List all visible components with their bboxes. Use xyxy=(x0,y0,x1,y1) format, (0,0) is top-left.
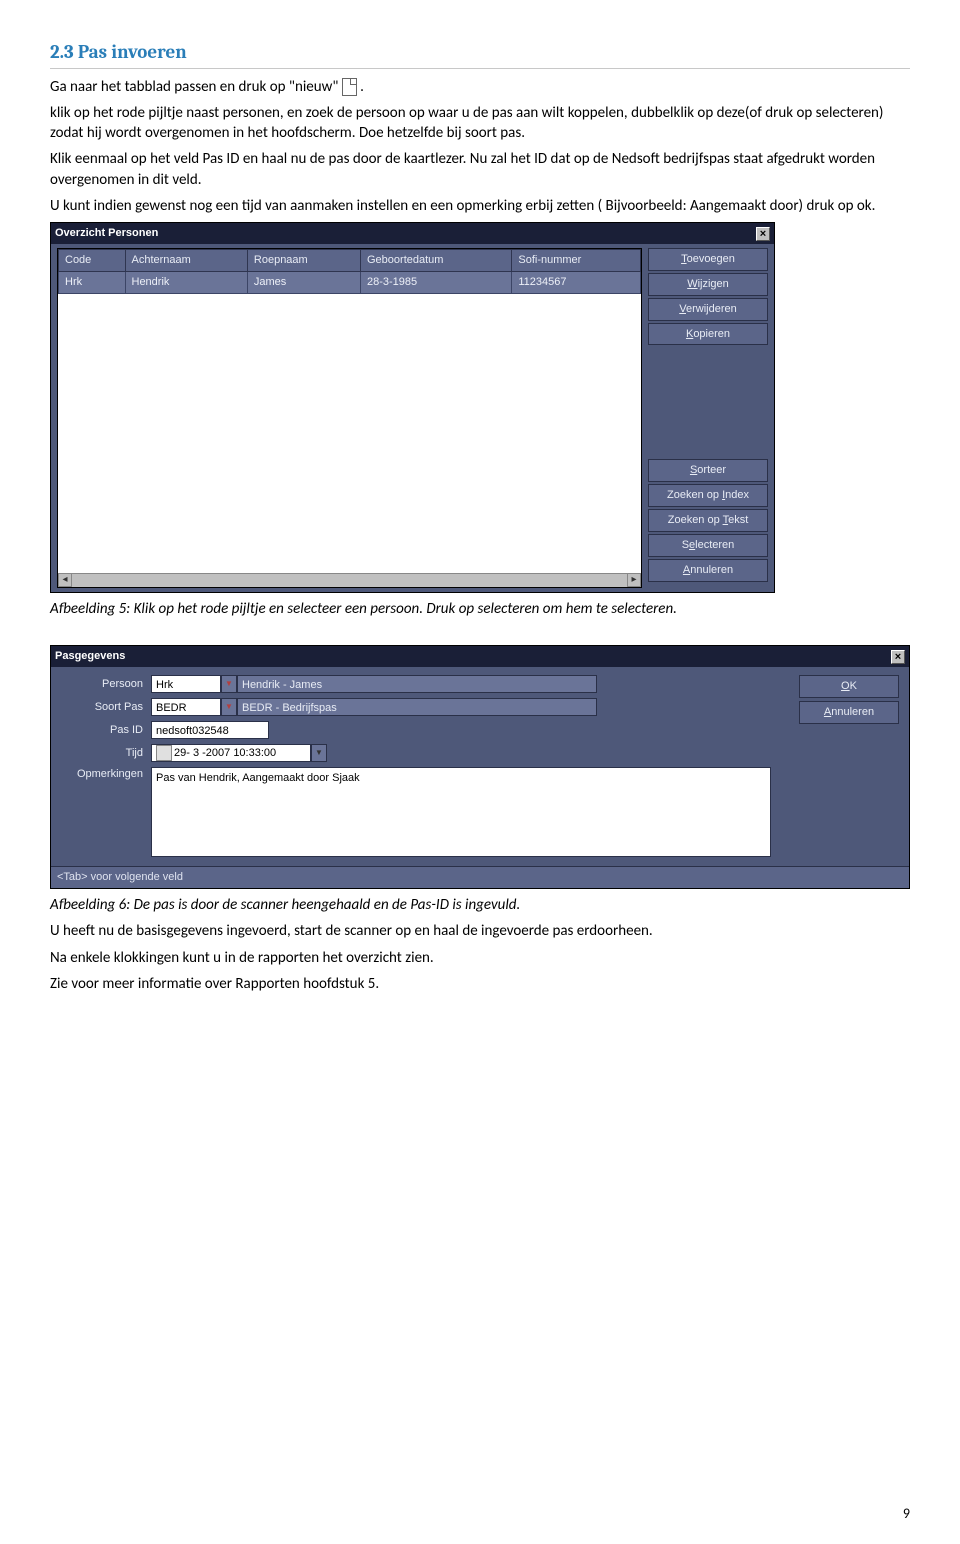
close-icon[interactable]: × xyxy=(891,650,905,664)
tijd-value: 29- 3 -2007 10:33:00 xyxy=(174,746,276,761)
cell-geboortedatum: 28-3-1985 xyxy=(361,271,512,293)
label-tijd: Tijd xyxy=(61,746,151,761)
wijzigen-button[interactable]: Wijzigen xyxy=(648,273,768,296)
intro-line1: Ga naar het tabblad passen en druk op "n… xyxy=(50,77,910,97)
tijd-field[interactable]: 29- 3 -2007 10:33:00 xyxy=(151,744,311,762)
col-achternaam[interactable]: Achternaam xyxy=(125,249,247,271)
label-soortpas: Soort Pas xyxy=(61,700,151,715)
opmerkingen-field[interactable]: Pas van Hendrik, Aangemaakt door Sjaak xyxy=(151,767,771,857)
annuleren-button[interactable]: Annuleren xyxy=(799,701,899,724)
dialog-titlebar: Pasgegevens × xyxy=(51,646,909,667)
intro-text-1b: . xyxy=(360,78,364,96)
personen-table: Code Achternaam Roepnaam Geboortedatum S… xyxy=(57,248,642,588)
cell-achternaam: Hendrik xyxy=(125,271,247,293)
kopieren-button[interactable]: Kopieren xyxy=(648,323,768,346)
zoeken-index-button[interactable]: Zoeken op Index xyxy=(648,484,768,507)
status-bar: <Tab> voor volgende veld xyxy=(51,866,909,888)
toevoegen-button[interactable]: Toevoegen xyxy=(648,248,768,271)
col-geboortedatum[interactable]: Geboortedatum xyxy=(361,249,512,271)
table-header-row: Code Achternaam Roepnaam Geboortedatum S… xyxy=(59,249,641,271)
outro-line2: Na enkele klokkingen kunt u in de rappor… xyxy=(50,948,910,968)
dialog-titlebar: Overzicht Personen × xyxy=(51,223,774,244)
label-pasid: Pas ID xyxy=(61,723,151,738)
dialog-title: Overzicht Personen xyxy=(55,226,158,241)
page-number: 9 xyxy=(903,1505,910,1524)
overzicht-personen-dialog: Overzicht Personen × Code Achternaam Roe… xyxy=(50,222,775,593)
label-opmerkingen: Opmerkingen xyxy=(61,767,151,782)
close-icon[interactable]: × xyxy=(756,227,770,241)
horizontal-scrollbar[interactable]: ◂ ▸ xyxy=(58,573,641,587)
dialog-title: Pasgegevens xyxy=(55,649,125,664)
zoeken-tekst-button[interactable]: Zoeken op Tekst xyxy=(648,509,768,532)
caption-afbeelding-5: Afbeelding 5: Klik op het rode pijltje e… xyxy=(50,599,910,619)
col-roepnaam[interactable]: Roepnaam xyxy=(247,249,360,271)
cell-sofinummer: 11234567 xyxy=(512,271,641,293)
new-document-icon xyxy=(342,78,357,96)
col-code[interactable]: Code xyxy=(59,249,126,271)
sorteer-button[interactable]: Sorteer xyxy=(648,459,768,482)
verwijderen-button[interactable]: Verwijderen xyxy=(648,298,768,321)
section-heading: 2.3 Pas invoeren xyxy=(50,40,910,69)
scroll-right-icon[interactable]: ▸ xyxy=(627,573,641,587)
intro-line4: U kunt indien gewenst nog een tijd van a… xyxy=(50,196,910,216)
annuleren-button[interactable]: Annuleren xyxy=(648,559,768,582)
pasid-field[interactable]: nedsoft032548 xyxy=(151,721,269,739)
caption-afbeelding-6: Afbeelding 6: De pas is door de scanner … xyxy=(50,895,910,915)
dropdown-arrow-icon[interactable]: ▼ xyxy=(221,698,237,716)
persoon-name-display: Hendrik - James xyxy=(237,675,597,693)
label-persoon: Persoon xyxy=(61,677,151,692)
selecteren-button[interactable]: Selecteren xyxy=(648,534,768,557)
dropdown-arrow-icon[interactable]: ▼ xyxy=(221,675,237,693)
intro-line3: Klik eenmaal op het veld Pas ID en haal … xyxy=(50,149,910,190)
pasgegevens-dialog: Pasgegevens × Persoon Hrk ▼ Hendrik - Ja… xyxy=(50,645,910,889)
ok-button[interactable]: OK xyxy=(799,675,899,698)
calendar-icon[interactable] xyxy=(156,745,172,761)
col-sofinummer[interactable]: Sofi-nummer xyxy=(512,249,641,271)
table-row[interactable]: Hrk Hendrik James 28-3-1985 11234567 xyxy=(59,271,641,293)
cell-roepnaam: James xyxy=(247,271,360,293)
scroll-left-icon[interactable]: ◂ xyxy=(58,573,72,587)
dropdown-arrow-icon[interactable]: ▼ xyxy=(311,744,327,762)
outro-line1: U heeft nu de basisgegevens ingevoerd, s… xyxy=(50,921,910,941)
intro-text-1a: Ga naar het tabblad passen en druk op "n… xyxy=(50,78,342,96)
outro-line3: Zie voor meer informatie over Rapporten … xyxy=(50,974,910,994)
persoon-code-field[interactable]: Hrk xyxy=(151,675,221,693)
side-buttons: Toevoegen Wijzigen Verwijderen Kopieren … xyxy=(648,248,768,588)
intro-line2: klik op het rode pijltje naast personen,… xyxy=(50,103,910,144)
soortpas-code-field[interactable]: BEDR xyxy=(151,698,221,716)
soortpas-name-display: BEDR - Bedrijfspas xyxy=(237,698,597,716)
cell-code: Hrk xyxy=(59,271,126,293)
